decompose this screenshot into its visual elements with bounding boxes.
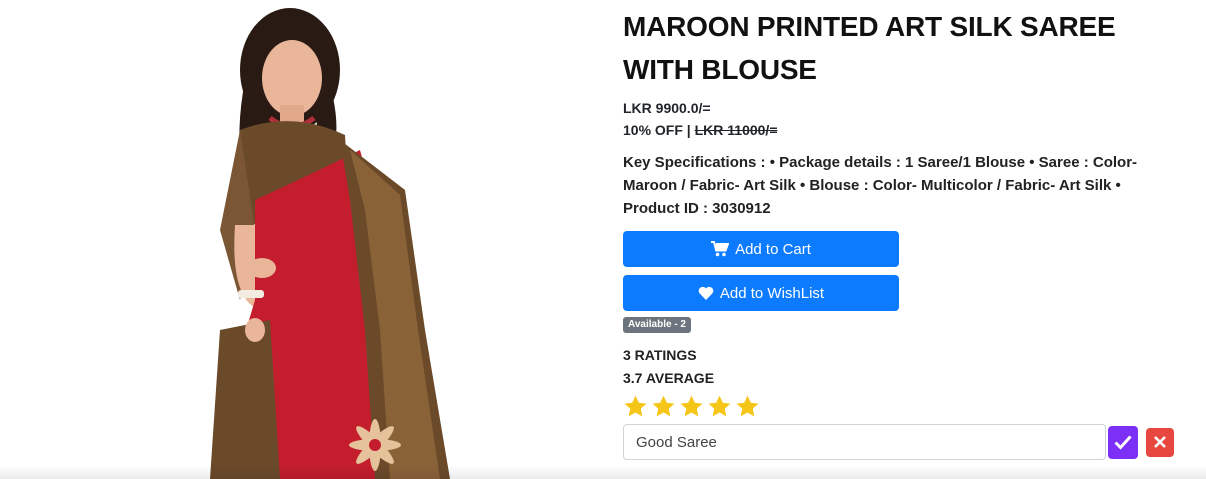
discount-label: 10% OFF | bbox=[623, 122, 695, 138]
discount-line: 10% OFF | LKR 11000/= bbox=[623, 120, 1183, 140]
star-rating[interactable] bbox=[623, 394, 1183, 419]
add-to-wishlist-label: Add to WishList bbox=[719, 284, 825, 302]
cancel-review-button[interactable] bbox=[1146, 427, 1174, 457]
product-price: LKR 9900.0/= bbox=[623, 100, 711, 116]
star-icon[interactable] bbox=[735, 394, 760, 419]
add-to-cart-button[interactable]: Add to Cart bbox=[623, 231, 899, 267]
star-icon[interactable] bbox=[623, 394, 648, 419]
product-details: MAROON PRINTED ART SILK SAREE WITH BLOUS… bbox=[623, 0, 1183, 460]
review-row bbox=[623, 424, 1183, 460]
product-title: MAROON PRINTED ART SILK SAREE WITH BLOUS… bbox=[623, 11, 1116, 85]
add-to-cart-label: Add to Cart bbox=[735, 240, 811, 258]
ratings-summary: 3 RATINGS 3.7 AVERAGE bbox=[623, 344, 1183, 390]
ratings-count: 3 RATINGS bbox=[623, 347, 697, 363]
review-input[interactable] bbox=[623, 424, 1106, 460]
cart-icon bbox=[711, 241, 730, 257]
ratings-average: 3.7 AVERAGE bbox=[623, 370, 715, 386]
close-icon bbox=[1154, 436, 1166, 448]
check-icon bbox=[1114, 435, 1132, 450]
star-icon[interactable] bbox=[707, 394, 732, 419]
star-icon[interactable] bbox=[651, 394, 676, 419]
product-image bbox=[200, 0, 475, 479]
add-to-wishlist-button[interactable]: Add to WishList bbox=[623, 275, 899, 311]
original-price: LKR 11000/= bbox=[694, 122, 778, 138]
star-icon[interactable] bbox=[679, 394, 704, 419]
bottom-shadow bbox=[0, 465, 1206, 479]
product-specifications: Key Specifications : • Package details :… bbox=[623, 154, 1138, 217]
submit-review-button[interactable] bbox=[1108, 425, 1138, 459]
product-page: MAROON PRINTED ART SILK SAREE WITH BLOUS… bbox=[0, 0, 1206, 479]
availability-badge: Available - 2 bbox=[623, 317, 691, 333]
heart-icon bbox=[698, 286, 714, 300]
